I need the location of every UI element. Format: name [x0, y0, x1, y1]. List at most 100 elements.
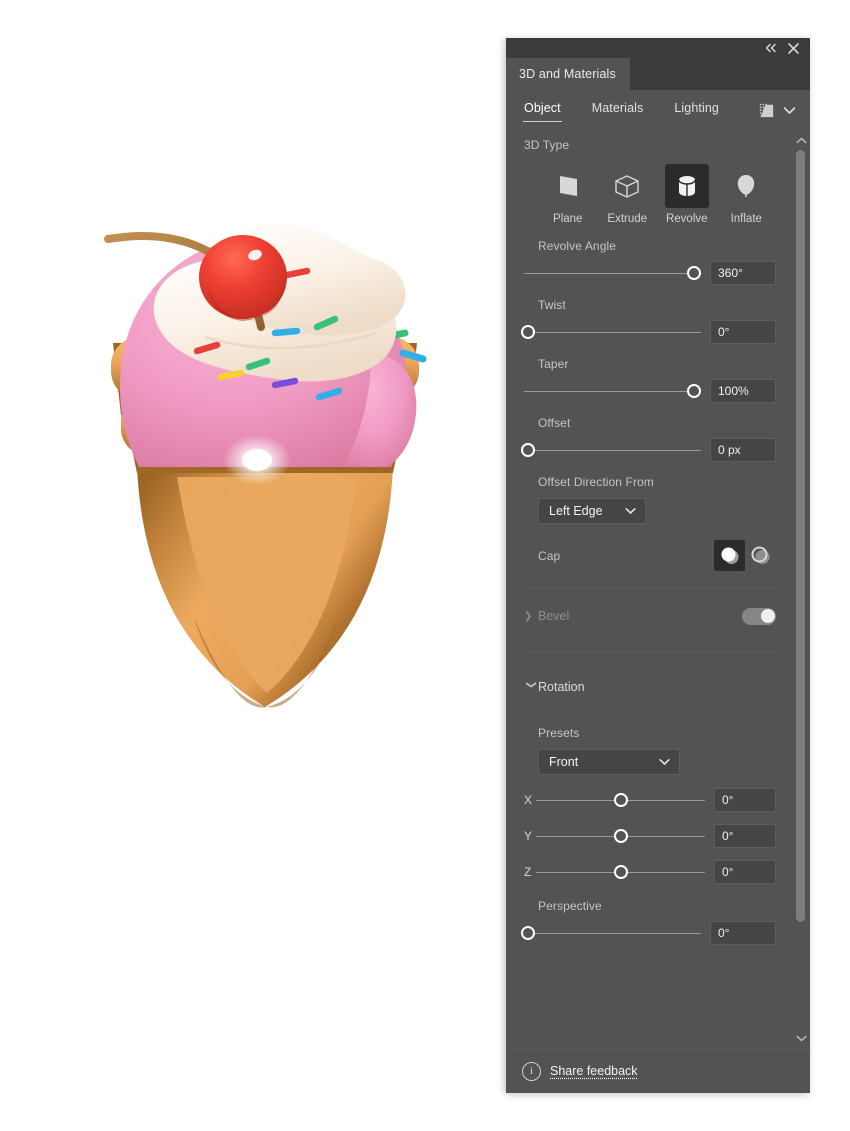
bevel-toggle[interactable] — [742, 607, 776, 625]
toggle-knob — [760, 609, 775, 623]
chevron-down-icon[interactable]: ❯ — [526, 680, 537, 694]
type-option-revolve[interactable]: Revolve — [657, 164, 717, 225]
panel-scrollbar[interactable] — [792, 130, 810, 1048]
subtab-lighting-label: Lighting — [674, 101, 719, 115]
rotation-x-slider[interactable] — [536, 789, 705, 811]
subtab-bar-actions — [757, 101, 796, 120]
revolve-angle-input[interactable]: 360° — [710, 261, 776, 285]
twist-label: Twist — [538, 298, 566, 312]
taper-input[interactable]: 100% — [710, 379, 776, 403]
revolve-swatch — [664, 164, 709, 208]
slider-knob[interactable] — [613, 829, 628, 843]
section-bevel[interactable]: ❯ Bevel — [506, 603, 792, 629]
perspective-slider[interactable] — [520, 922, 701, 944]
type-option-plane[interactable]: Plane — [538, 164, 598, 225]
offset-direction-label: Offset Direction From — [538, 475, 654, 489]
perspective-row: 0° — [520, 921, 776, 945]
cap-solid-icon — [721, 547, 738, 564]
twist-input[interactable]: 0° — [710, 320, 776, 344]
field-cap: Cap — [506, 540, 792, 571]
info-icon: i — [522, 1061, 541, 1081]
subtab-object-label: Object — [524, 101, 561, 115]
offset-direction-value: Left Edge — [549, 504, 603, 518]
revolve-angle-slider[interactable] — [524, 262, 701, 284]
cap-options — [714, 540, 776, 571]
close-icon[interactable] — [782, 39, 804, 57]
scroll-up-arrow-icon[interactable] — [792, 132, 810, 148]
slider-knob[interactable] — [520, 926, 535, 940]
offset-direction-select[interactable]: Left Edge — [538, 498, 646, 524]
scrollbar-thumb[interactable] — [796, 150, 805, 922]
slider-knob[interactable] — [686, 266, 701, 280]
twist-row: 0° — [520, 320, 776, 344]
share-feedback-link[interactable]: Share feedback — [550, 1064, 638, 1078]
rotation-z-row: Z 0° — [524, 860, 776, 884]
field-perspective: Perspective 0° — [506, 899, 792, 945]
rotation-z-axis-label: Z — [524, 865, 532, 879]
revolve-icon — [678, 176, 696, 196]
taper-slider[interactable] — [524, 380, 701, 402]
collapse-double-chevron-icon[interactable] — [760, 39, 782, 57]
rotation-label: Rotation — [538, 680, 585, 694]
slider-knob[interactable] — [613, 865, 628, 879]
slider-track — [524, 390, 701, 392]
subtab-materials-label: Materials — [591, 101, 644, 115]
revolve-angle-row: 360° — [524, 261, 776, 285]
rotation-x-row: X 0° — [524, 788, 776, 812]
slider-track — [524, 331, 701, 333]
cap-option-solid[interactable] — [714, 540, 745, 571]
slider-knob[interactable] — [686, 384, 701, 398]
subtab-object[interactable]: Object — [523, 101, 562, 122]
field-offset-direction: Offset Direction From Left Edge — [506, 475, 792, 524]
slider-track — [524, 272, 701, 274]
field-taper: Taper 100% — [506, 357, 792, 403]
field-offset: Offset 0 px — [506, 416, 792, 462]
3d-type-options: Plane Extrude Revolve Inflate — [524, 164, 776, 225]
type-option-plane-label: Plane — [553, 213, 583, 225]
field-rotation-x: X 0° — [506, 788, 792, 812]
twist-slider[interactable] — [520, 321, 701, 343]
rotation-y-input[interactable]: 0° — [714, 824, 776, 848]
bevel-label: Bevel — [538, 609, 570, 623]
chevron-right-icon[interactable]: ❯ — [524, 611, 538, 622]
rotation-y-slider[interactable] — [536, 825, 705, 847]
rotation-z-input[interactable]: 0° — [714, 860, 776, 884]
offset-input[interactable]: 0 px — [710, 438, 776, 462]
perspective-input[interactable]: 0° — [710, 921, 776, 945]
rotation-x-input[interactable]: 0° — [714, 788, 776, 812]
slider-knob[interactable] — [520, 325, 535, 339]
slider-track — [524, 449, 701, 451]
subtab-materials[interactable]: Materials — [592, 101, 644, 119]
section-divider — [524, 588, 776, 589]
panel-footer: i Share feedback — [506, 1048, 810, 1093]
rotation-preset-select[interactable]: Front — [538, 749, 680, 775]
type-option-extrude[interactable]: Extrude — [598, 164, 658, 225]
offset-slider[interactable] — [520, 439, 701, 461]
inflate-swatch — [724, 164, 768, 208]
cap-option-hollow[interactable] — [745, 540, 776, 571]
subtab-lighting[interactable]: Lighting — [674, 101, 719, 119]
panel-titlebar — [506, 38, 810, 58]
offset-row: 0 px — [520, 438, 776, 462]
panel-content: 3D Type Plane Extrude Revolve Inflate Re… — [506, 130, 792, 1048]
chevron-down-icon[interactable] — [783, 106, 796, 115]
chevron-down-icon — [659, 758, 670, 765]
extrude-icon — [615, 175, 639, 198]
taper-row: 100% — [524, 379, 776, 403]
3d-and-materials-panel: 3D and Materials Object Materials Lighti… — [506, 38, 810, 1093]
slider-knob[interactable] — [613, 793, 628, 807]
rotation-z-slider[interactable] — [536, 861, 705, 883]
scroll-down-arrow-icon[interactable] — [792, 1030, 810, 1046]
type-option-revolve-label: Revolve — [665, 213, 708, 225]
extrude-swatch — [605, 164, 649, 208]
tab-3d-and-materials[interactable]: 3D and Materials — [506, 58, 630, 90]
cap-label: Cap — [538, 548, 561, 563]
plane-icon — [559, 176, 577, 196]
inflate-icon — [738, 175, 755, 197]
type-option-inflate[interactable]: Inflate — [717, 164, 777, 225]
slider-knob[interactable] — [520, 443, 535, 457]
panel-tabstrip: 3D and Materials — [506, 58, 810, 90]
render-preview-icon[interactable] — [757, 101, 776, 120]
section-rotation-header[interactable]: ❯ Rotation — [506, 674, 792, 700]
chevron-down-icon — [625, 507, 636, 514]
